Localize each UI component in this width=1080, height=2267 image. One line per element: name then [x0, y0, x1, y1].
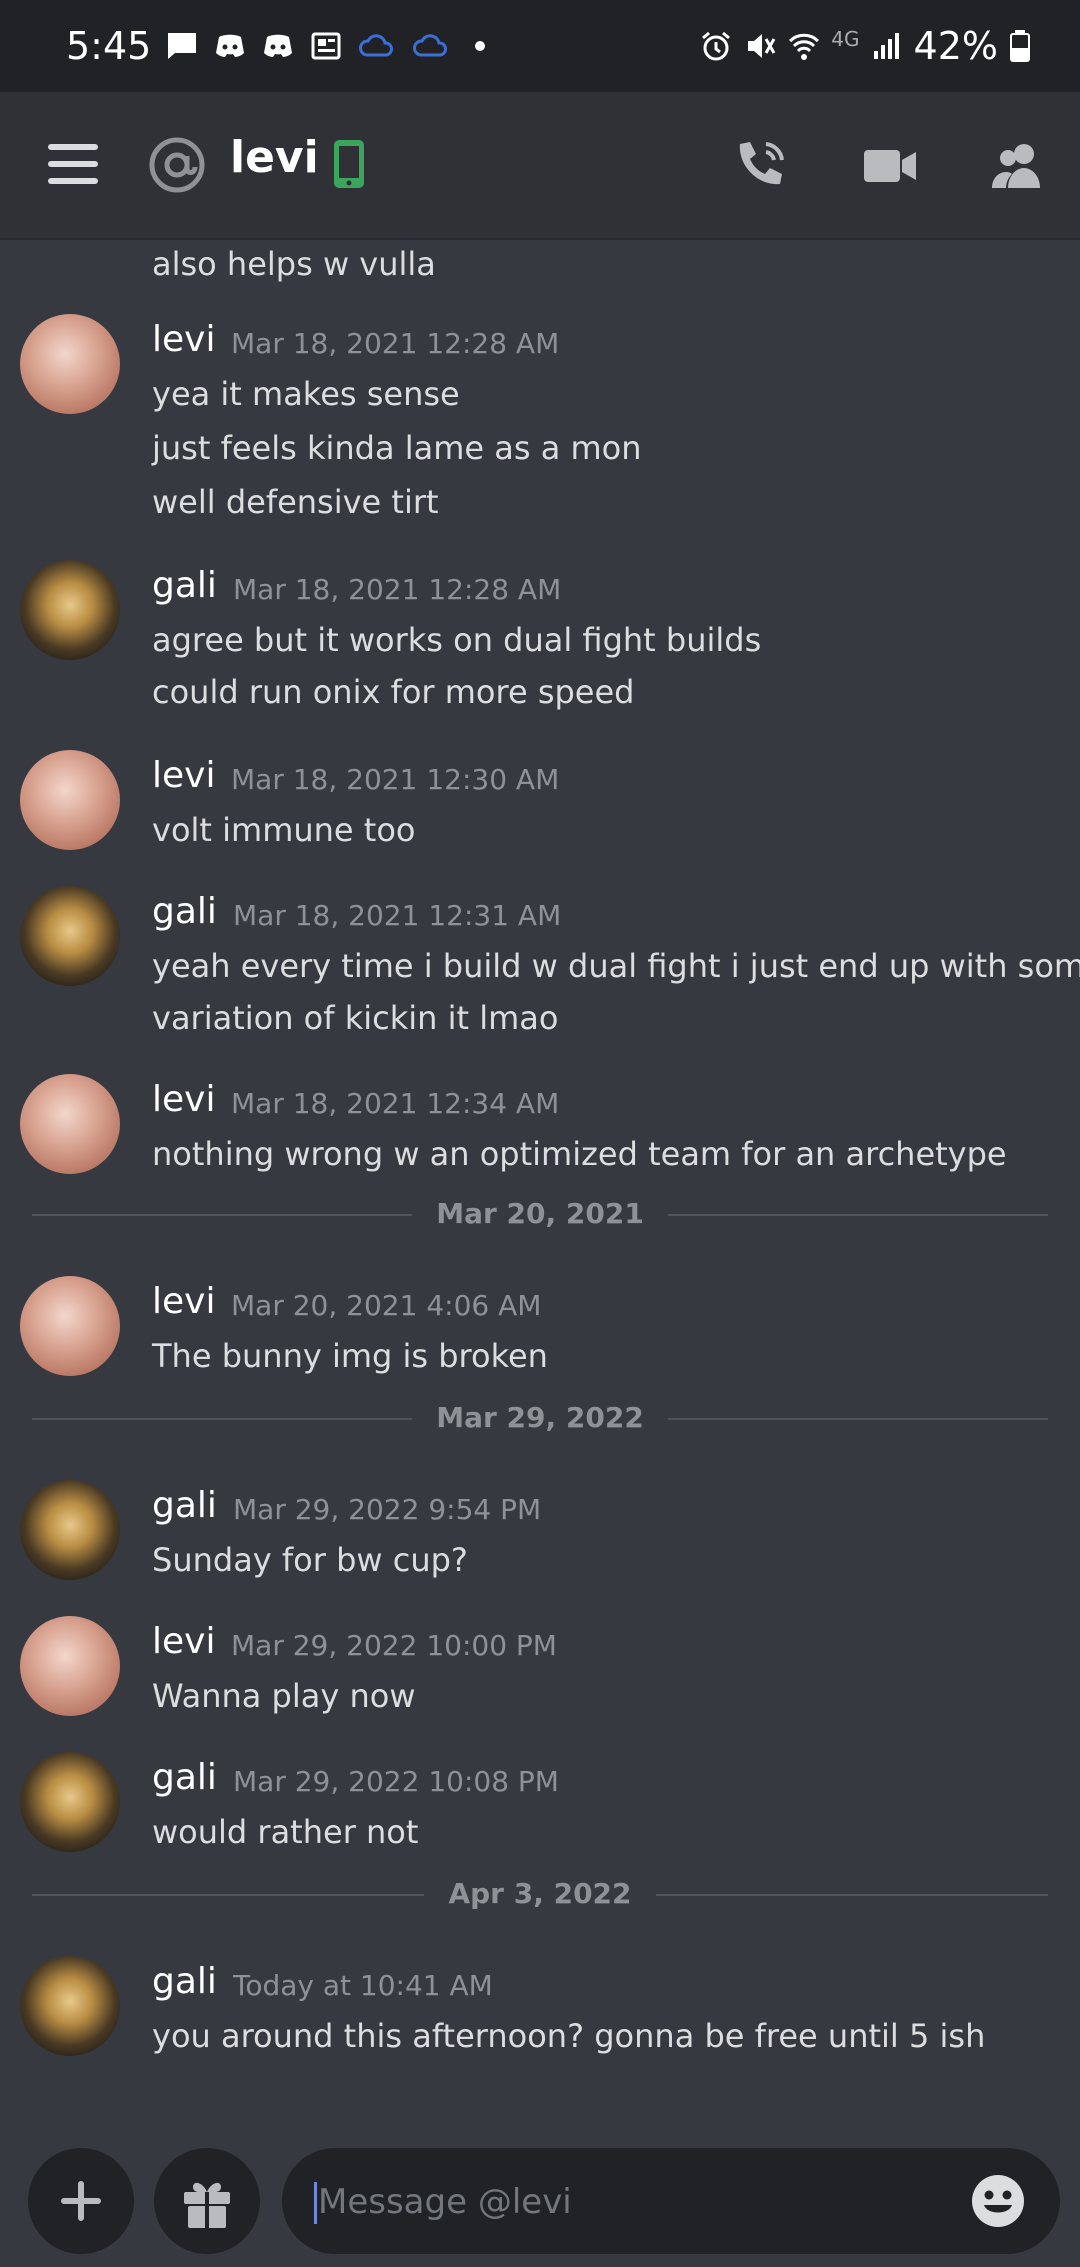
message-line: yea it makes sense: [152, 375, 460, 413]
hamburger-menu-icon[interactable]: [48, 144, 98, 184]
status-time: 5:45: [66, 24, 152, 68]
discord-notification-icon: [216, 34, 245, 57]
battery-icon: [1010, 30, 1030, 62]
date-divider: Apr 3, 2022: [32, 1874, 1048, 1914]
message-line: well defensive tirt: [152, 483, 439, 521]
news-notification-icon: [311, 32, 341, 60]
message-line: yeah every time i build w dual fight i j…: [152, 947, 1080, 985]
avatar[interactable]: [20, 886, 120, 986]
mute-icon: [748, 34, 776, 58]
chat-notification-icon: [168, 33, 197, 59]
date-divider-label: Mar 29, 2022: [412, 1401, 668, 1434]
gift-icon: [184, 2182, 230, 2228]
avatar[interactable]: [20, 1276, 120, 1376]
wifi-icon: [789, 33, 820, 60]
channel-header: levi: [0, 92, 1080, 238]
network-type: 4G: [831, 27, 860, 51]
message-timestamp: Mar 18, 2021 12:31 AM: [233, 899, 562, 932]
mobile-phone-icon: [334, 140, 364, 188]
message-line: Wanna play now: [152, 1677, 416, 1715]
avatar[interactable]: [20, 1956, 120, 2056]
alarm-icon: [702, 31, 731, 61]
message-author[interactable]: gali: [152, 1956, 217, 2008]
message-timestamp: Mar 18, 2021 12:34 AM: [231, 1087, 560, 1120]
message-list[interactable]: also helps w vulla levi Mar 18, 2021 12:…: [0, 238, 1080, 2118]
battery-percent: 42%: [913, 24, 998, 68]
date-divider: Mar 29, 2022: [32, 1398, 1048, 1438]
avatar[interactable]: [20, 1616, 120, 1716]
avatar[interactable]: [20, 1480, 120, 1580]
message-timestamp: Mar 18, 2021 12:30 AM: [231, 763, 560, 796]
message-author[interactable]: levi: [152, 750, 215, 802]
avatar[interactable]: [20, 750, 120, 850]
avatar[interactable]: [20, 1074, 120, 1174]
more-notifications-dot: [475, 41, 486, 51]
date-divider-label: Apr 3, 2022: [424, 1877, 656, 1910]
message-line: could run onix for more speed: [152, 673, 635, 711]
message-line: The bunny img is broken: [152, 1337, 548, 1375]
signal-icon: [873, 33, 899, 59]
emoji-icon[interactable]: [970, 2173, 1026, 2229]
message-timestamp: Mar 20, 2021 4:06 AM: [231, 1289, 542, 1322]
message-line: variation of kickin it lmao: [152, 999, 559, 1037]
add-attachment-button[interactable]: [28, 2148, 134, 2254]
cloud-icon-2: [413, 34, 448, 57]
text-caret: [314, 2182, 317, 2224]
message-author[interactable]: gali: [152, 1480, 217, 1532]
plus-icon: [61, 2181, 101, 2221]
discord-notification-icon-2: [264, 34, 293, 57]
message-composer: Message @levi: [0, 2118, 1080, 2267]
message-input-placeholder: Message @levi: [318, 2182, 572, 2222]
avatar[interactable]: [20, 314, 120, 414]
message-line: agree but it works on dual fight builds: [152, 621, 762, 659]
message-timestamp: Mar 18, 2021 12:28 AM: [233, 573, 562, 606]
members-icon[interactable]: [986, 134, 1050, 198]
message-author[interactable]: gali: [152, 886, 217, 938]
message-author[interactable]: levi: [152, 1616, 215, 1668]
cloud-icon: [359, 34, 394, 57]
message-author[interactable]: levi: [152, 314, 215, 366]
app: 5:45 4G 42% levi also helps w vulla levi…: [0, 0, 1080, 2267]
message-line: would rather not: [152, 1813, 419, 1851]
message-timestamp: Today at 10:41 AM: [233, 1969, 493, 2002]
date-divider: Mar 20, 2021: [32, 1194, 1048, 1234]
message-input[interactable]: Message @levi: [282, 2148, 1060, 2254]
avatar[interactable]: [20, 1752, 120, 1852]
message-line: Sunday for bw cup?: [152, 1541, 468, 1579]
gift-button[interactable]: [154, 2148, 260, 2254]
message-line: nothing wrong w an optimized team for an…: [152, 1135, 1007, 1173]
message-timestamp: Mar 18, 2021 12:28 AM: [231, 327, 560, 360]
message-author[interactable]: gali: [152, 1752, 217, 1804]
avatar[interactable]: [20, 560, 120, 660]
message-line: you around this afternoon? gonna be free…: [152, 2017, 986, 2055]
message-line: volt immune too: [152, 811, 416, 849]
status-bar: 5:45 4G 42%: [0, 0, 1080, 92]
message-line: just feels kinda lame as a mon: [152, 429, 642, 467]
message-timestamp: Mar 29, 2022 10:08 PM: [233, 1765, 559, 1798]
at-icon: [149, 137, 205, 193]
message-line: also helps w vulla: [152, 245, 436, 283]
message-author[interactable]: gali: [152, 560, 217, 612]
message-timestamp: Mar 29, 2022 9:54 PM: [233, 1493, 542, 1526]
video-call-icon[interactable]: [858, 134, 922, 198]
channel-name: levi: [230, 132, 319, 183]
message-author[interactable]: levi: [152, 1276, 215, 1328]
date-divider-label: Mar 20, 2021: [412, 1197, 668, 1230]
message-timestamp: Mar 29, 2022 10:00 PM: [231, 1629, 557, 1662]
message-author[interactable]: levi: [152, 1074, 215, 1126]
voice-call-icon[interactable]: [728, 134, 792, 198]
